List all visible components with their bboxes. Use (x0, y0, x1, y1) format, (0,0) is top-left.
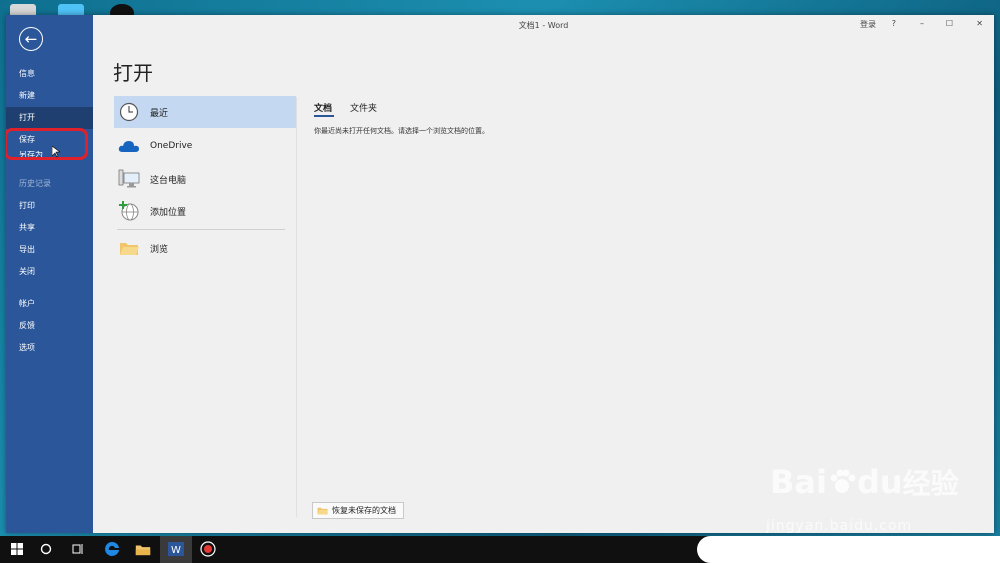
signin-link[interactable]: 登录 (860, 19, 876, 30)
place-add-location[interactable]: 添加位置 (114, 195, 296, 227)
help-button[interactable]: ? (892, 19, 896, 28)
word-window: ← 信息 新建 打开 保存 另存为 历史记录 打印 共享 导出 关闭 帐户 反馈… (6, 15, 994, 533)
place-label: 添加位置 (150, 207, 187, 218)
recover-label: 恢复未保存的文档 (332, 506, 396, 515)
nav-item-new[interactable]: 新建 (6, 85, 93, 107)
place-label: 浏览 (150, 244, 169, 255)
page-title: 打开 (113, 61, 153, 85)
folder-icon (317, 507, 328, 515)
titlebar: 文档1 - Word 登录 ? – ☐ ✕ (93, 15, 994, 37)
place-onedrive[interactable]: OneDrive (114, 130, 296, 162)
watermark-url: jingyan.baidu.com (766, 518, 913, 534)
clock-icon (118, 101, 140, 123)
watermark-brand: Bai (770, 463, 827, 501)
globe-add-icon (118, 200, 140, 222)
nav-item-save[interactable]: 保存 (6, 129, 93, 151)
nav-item-close[interactable]: 关闭 (6, 261, 93, 283)
cloud-icon (118, 135, 140, 157)
nav-item-info[interactable]: 信息 (6, 63, 93, 85)
edge-icon[interactable] (104, 541, 120, 557)
window-title: 文档1 - Word (518, 21, 569, 30)
divider (117, 229, 285, 230)
maximize-button[interactable]: ☐ (946, 19, 953, 28)
back-arrow-icon: ← (24, 30, 38, 48)
nav-item-feedback[interactable]: 反馈 (6, 315, 93, 337)
backstage-nav: ← 信息 新建 打开 保存 另存为 历史记录 打印 共享 导出 关闭 帐户 反馈… (6, 15, 93, 533)
nav-item-account[interactable]: 帐户 (6, 293, 93, 315)
watermark-product: 经验 (902, 467, 959, 500)
recover-unsaved-button[interactable]: 恢复未保存的文档 (312, 502, 404, 519)
nav-item-share[interactable]: 共享 (6, 217, 93, 239)
tab-folders[interactable]: 文件夹 (350, 101, 377, 114)
tab-underline (314, 115, 334, 117)
record-app-icon[interactable] (200, 541, 216, 557)
file-explorer-icon[interactable] (135, 541, 151, 557)
close-button[interactable]: ✕ (976, 19, 983, 28)
svg-text:W: W (171, 545, 181, 556)
nav-item-export[interactable]: 导出 (6, 239, 93, 261)
place-label: OneDrive (150, 141, 193, 151)
place-this-pc[interactable]: 这台电脑 (114, 163, 296, 195)
place-browse[interactable]: 浏览 (114, 232, 296, 264)
folder-icon (118, 237, 140, 259)
tab-documents[interactable]: 文档 (314, 101, 332, 114)
nav-item-print[interactable]: 打印 (6, 195, 93, 217)
empty-message: 你最近尚未打开任何文档。请选择一个浏览文档的位置。 (314, 127, 489, 135)
place-label: 这台电脑 (150, 175, 187, 186)
nav-item-history: 历史记录 (19, 179, 51, 188)
watermark-brand2: du (856, 463, 903, 501)
back-button[interactable]: ← (19, 27, 43, 51)
computer-icon (118, 168, 140, 190)
place-recent[interactable]: 最近 (114, 96, 296, 128)
separator (296, 97, 297, 517)
windows-start-icon[interactable] (9, 541, 25, 557)
nav-item-open[interactable]: 打开 (6, 107, 93, 129)
mouse-cursor-icon (52, 146, 60, 158)
task-view-icon[interactable] (70, 541, 86, 557)
nav-item-options[interactable]: 选项 (6, 337, 93, 359)
search-icon[interactable] (38, 541, 54, 557)
minimize-button[interactable]: – (920, 19, 924, 28)
paw-icon (830, 469, 856, 493)
word-app-icon[interactable]: W (168, 541, 184, 557)
watermark: Bai du经验 (770, 462, 959, 502)
place-label: 最近 (150, 108, 169, 119)
nav-item-save-as[interactable]: 另存为 (6, 151, 93, 165)
overlay-box (697, 536, 1000, 563)
